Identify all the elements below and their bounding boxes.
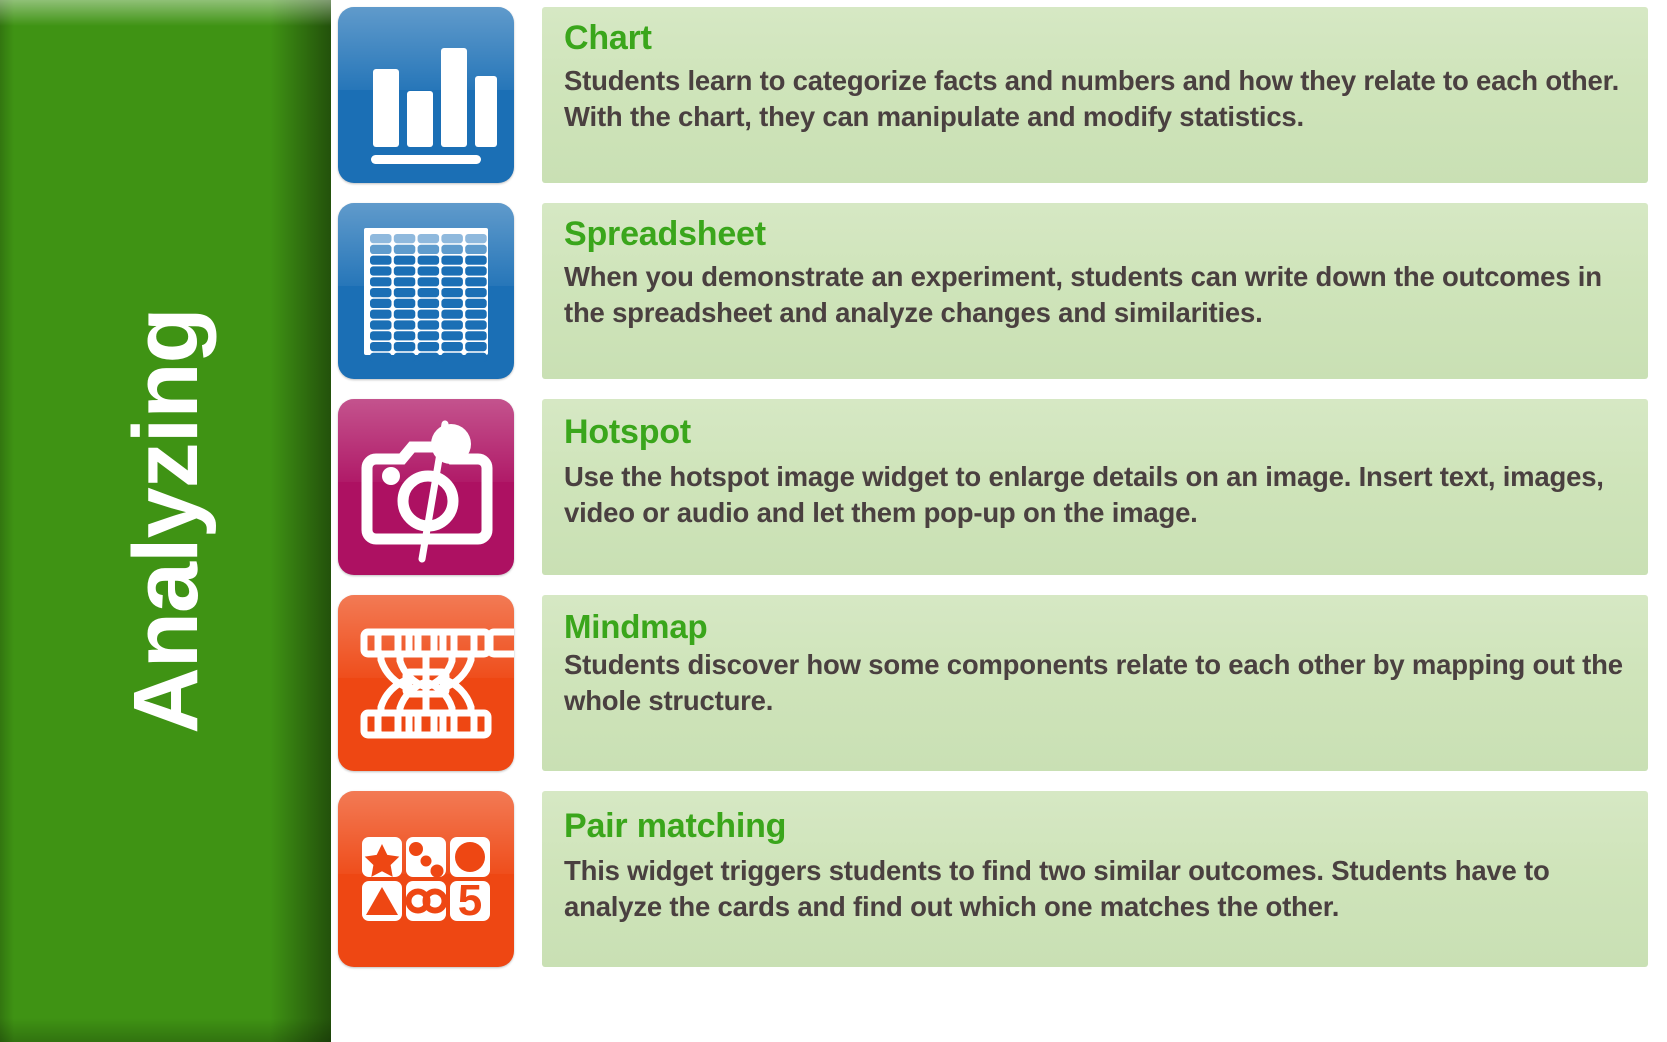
mindmap-nodes-icon <box>338 595 514 771</box>
widget-row-mindmap[interactable]: Mindmap Students discover how some compo… <box>338 595 1648 771</box>
bar-chart-icon <box>338 7 514 183</box>
widget-row-pair-matching[interactable]: 5 Pair matching This widget triggers stu… <box>338 791 1648 967</box>
mindmap-text-card: Mindmap Students discover how some compo… <box>542 595 1648 771</box>
hotspot-icon-tile[interactable] <box>338 399 514 575</box>
spreadsheet-icon-tile[interactable] <box>338 203 514 379</box>
mindmap-icon-tile[interactable] <box>338 595 514 771</box>
pair-matching-text-card: Pair matching This widget triggers stude… <box>542 791 1648 967</box>
chart-icon-tile[interactable] <box>338 7 514 183</box>
pair-matching-title: Pair matching <box>564 807 787 845</box>
spreadsheet-text-card: Spreadsheet When you demonstrate an expe… <box>542 203 1648 379</box>
widget-row-chart[interactable]: Chart Students learn to categorize facts… <box>338 7 1648 183</box>
hotspot-camera-pin-icon <box>338 399 514 575</box>
chart-text-card: Chart Students learn to categorize facts… <box>542 7 1648 183</box>
spreadsheet-grid-icon <box>338 203 514 379</box>
category-panel: Analyzing <box>0 0 331 1042</box>
mindmap-description: Students discover how some components re… <box>564 648 1623 717</box>
hotspot-description: Use the hotspot image widget to enlarge … <box>564 461 1604 529</box>
hotspot-text-card: Hotspot Use the hotspot image widget to … <box>542 399 1648 575</box>
widget-row-spreadsheet[interactable]: Spreadsheet When you demonstrate an expe… <box>338 203 1648 379</box>
widget-row-hotspot[interactable]: Hotspot Use the hotspot image widget to … <box>338 399 1648 575</box>
chart-title: Chart <box>564 19 652 57</box>
svg-text:5: 5 <box>458 876 482 925</box>
spreadsheet-title: Spreadsheet <box>564 215 766 253</box>
mindmap-title: Mindmap <box>564 608 708 645</box>
spreadsheet-description: When you demonstrate an experiment, stud… <box>564 261 1602 329</box>
category-title: Analyzing <box>114 308 217 734</box>
pair-matching-description: This widget triggers students to find tw… <box>564 855 1550 923</box>
pair-matching-cards-icon: 5 <box>338 791 514 967</box>
widget-list: Chart Students learn to categorize facts… <box>338 7 1648 987</box>
hotspot-title: Hotspot <box>564 413 692 451</box>
pair-matching-icon-tile[interactable]: 5 <box>338 791 514 967</box>
chart-description: Students learn to categorize facts and n… <box>564 65 1620 133</box>
